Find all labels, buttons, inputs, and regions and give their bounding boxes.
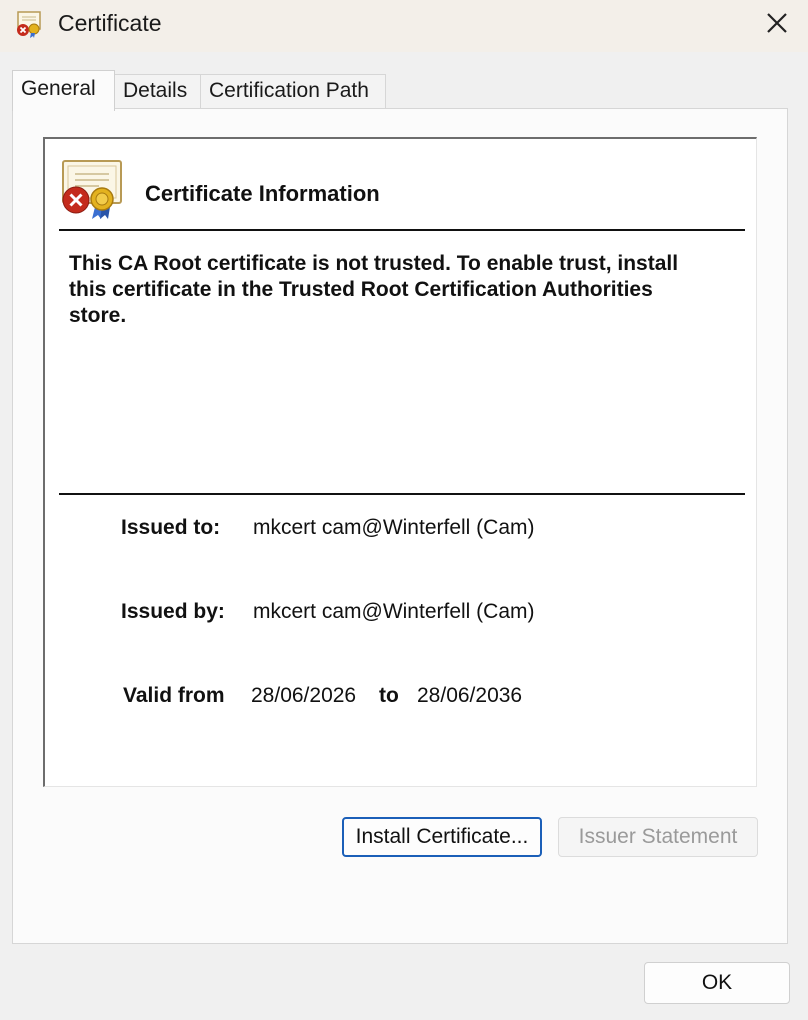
tab-details[interactable]: Details — [114, 74, 201, 108]
issued-to-label: Issued to: — [121, 516, 221, 539]
window-title: Certificate — [58, 10, 162, 36]
valid-from-value: 28/06/2026 — [251, 684, 357, 707]
valid-from-label: Valid from — [123, 684, 225, 707]
info-heading: Certificate Information — [145, 181, 380, 206]
divider — [59, 229, 745, 231]
title-bar: Certificate — [0, 0, 808, 52]
close-icon — [767, 13, 787, 33]
issued-by-label: Issued by: — [121, 600, 225, 623]
issuer-statement-button: Issuer Statement — [558, 817, 758, 857]
tab-label: Details — [123, 79, 188, 102]
valid-to-label: to — [379, 684, 399, 707]
tab-certification-path[interactable]: Certification Path — [200, 74, 386, 108]
close-button[interactable] — [760, 6, 794, 40]
tab-label: Certification Path — [209, 79, 369, 102]
issued-to-value: mkcert cam@Winterfell (Cam) — [253, 516, 535, 539]
divider — [59, 493, 745, 495]
ok-button[interactable]: OK — [644, 962, 790, 1004]
certificate-info-box: Certificate Information This CA Root cer… — [43, 137, 757, 787]
tab-general[interactable]: General — [12, 70, 115, 111]
certificate-error-icon — [59, 159, 125, 219]
issued-by-value: mkcert cam@Winterfell (Cam) — [253, 600, 535, 623]
install-certificate-button[interactable]: Install Certificate... — [342, 817, 542, 857]
tab-label: General — [21, 77, 96, 100]
certificate-error-icon — [14, 9, 44, 39]
valid-to-value: 28/06/2036 — [417, 684, 523, 707]
trust-warning-text: This CA Root certificate is not trusted.… — [69, 252, 679, 327]
